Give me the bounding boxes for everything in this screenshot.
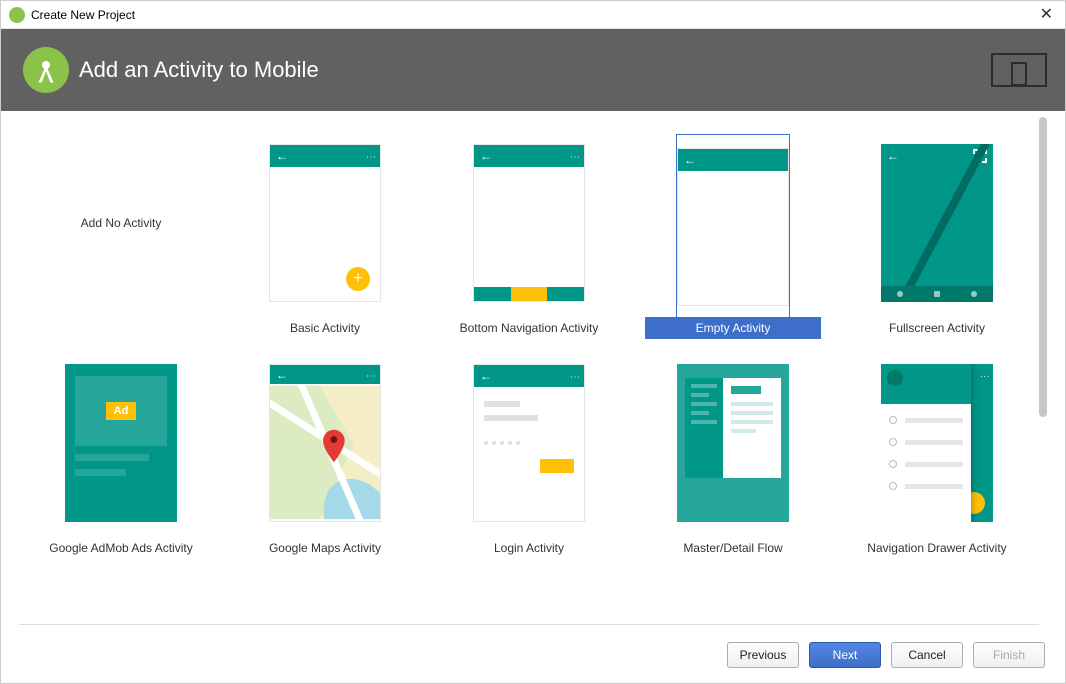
thumb-login: ← ⋮	[473, 364, 585, 522]
thumb-basic: ← ⋮ +	[269, 144, 381, 302]
template-label: Google Maps Activity	[237, 537, 413, 559]
template-basic-activity[interactable]: ← ⋮ + Basic Activity	[223, 127, 427, 347]
template-bottom-navigation[interactable]: ← ⋮ Bottom Navigation Activity	[427, 127, 631, 347]
banner: Add an Activity to Mobile	[1, 29, 1065, 111]
cancel-button[interactable]: Cancel	[891, 642, 963, 668]
overflow-icon: ⋮	[979, 372, 990, 381]
finish-button: Finish	[973, 642, 1045, 668]
next-button[interactable]: Next	[809, 642, 881, 668]
back-arrow-icon: ←	[480, 369, 492, 383]
template-label: Login Activity	[441, 537, 617, 559]
template-gallery: Add No Activity ← ⋮ +	[19, 117, 1039, 625]
template-google-maps-activity[interactable]: ← ⋮	[223, 347, 427, 567]
wizard-footer: Previous Next Cancel Finish	[1, 627, 1065, 683]
template-label	[33, 317, 209, 339]
scrollbar[interactable]	[1039, 117, 1047, 625]
thumb-bottom-nav: ← ⋮	[473, 144, 585, 302]
android-studio-icon	[9, 7, 25, 23]
template-label: Empty Activity	[645, 317, 821, 339]
back-arrow-icon: ←	[480, 149, 492, 163]
overflow-icon: ⋮	[366, 371, 374, 379]
window-title: Create New Project	[31, 8, 135, 22]
close-icon[interactable]: ✕	[1036, 3, 1057, 27]
template-fullscreen-activity[interactable]: ← Fullscreen Activity	[835, 127, 1039, 347]
template-empty-activity[interactable]: ← Empty Activity	[631, 127, 835, 347]
back-arrow-icon: ←	[684, 153, 696, 167]
template-admob-activity[interactable]: Ad Google AdMob Ads Activity	[19, 347, 223, 567]
android-studio-logo	[23, 47, 69, 93]
template-label: Master/Detail Flow	[645, 537, 821, 559]
fab-icon: +	[346, 267, 370, 291]
no-activity-label: Add No Activity	[81, 216, 162, 230]
back-arrow-icon: ←	[276, 368, 288, 382]
thumb-admob: Ad	[65, 364, 177, 522]
template-master-detail[interactable]: Master/Detail Flow	[631, 347, 835, 567]
back-arrow-icon: ←	[887, 149, 899, 163]
back-arrow-icon: ←	[276, 149, 288, 163]
template-label: Fullscreen Activity	[849, 317, 1025, 339]
banner-title: Add an Activity to Mobile	[79, 57, 319, 83]
previous-button[interactable]: Previous	[727, 642, 799, 668]
template-login-activity[interactable]: ← ⋮	[427, 347, 631, 567]
form-factor-icon	[991, 53, 1047, 87]
overflow-icon: ⋮	[366, 152, 374, 160]
template-label: Bottom Navigation Activity	[441, 317, 617, 339]
template-add-no-activity[interactable]: Add No Activity	[19, 127, 223, 347]
overflow-icon: ⋮	[570, 152, 578, 160]
ad-badge: Ad	[106, 402, 137, 420]
thumb-fullscreen: ←	[881, 144, 993, 302]
template-label: Basic Activity	[237, 317, 413, 339]
template-navigation-drawer[interactable]: ⋮ Navig	[835, 347, 1039, 567]
template-label: Navigation Drawer Activity	[849, 537, 1025, 559]
thumb-empty: ←	[677, 148, 789, 306]
overflow-icon: ⋮	[570, 372, 578, 380]
thumb-maps: ← ⋮	[269, 364, 381, 522]
thumb-nav-drawer: ⋮	[881, 364, 993, 522]
titlebar: Create New Project ✕	[1, 1, 1065, 29]
thumb-none: Add No Activity	[65, 144, 177, 302]
thumb-master-detail	[677, 364, 789, 522]
template-label: Google AdMob Ads Activity	[33, 537, 209, 559]
